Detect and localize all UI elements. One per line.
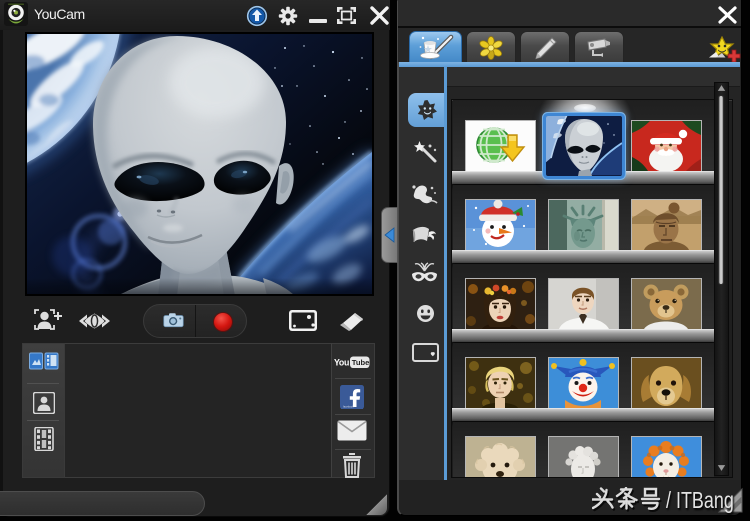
svg-text:You: You (334, 358, 349, 368)
svg-text:Tube: Tube (352, 358, 370, 367)
svg-text:facebook: facebook (343, 405, 354, 409)
